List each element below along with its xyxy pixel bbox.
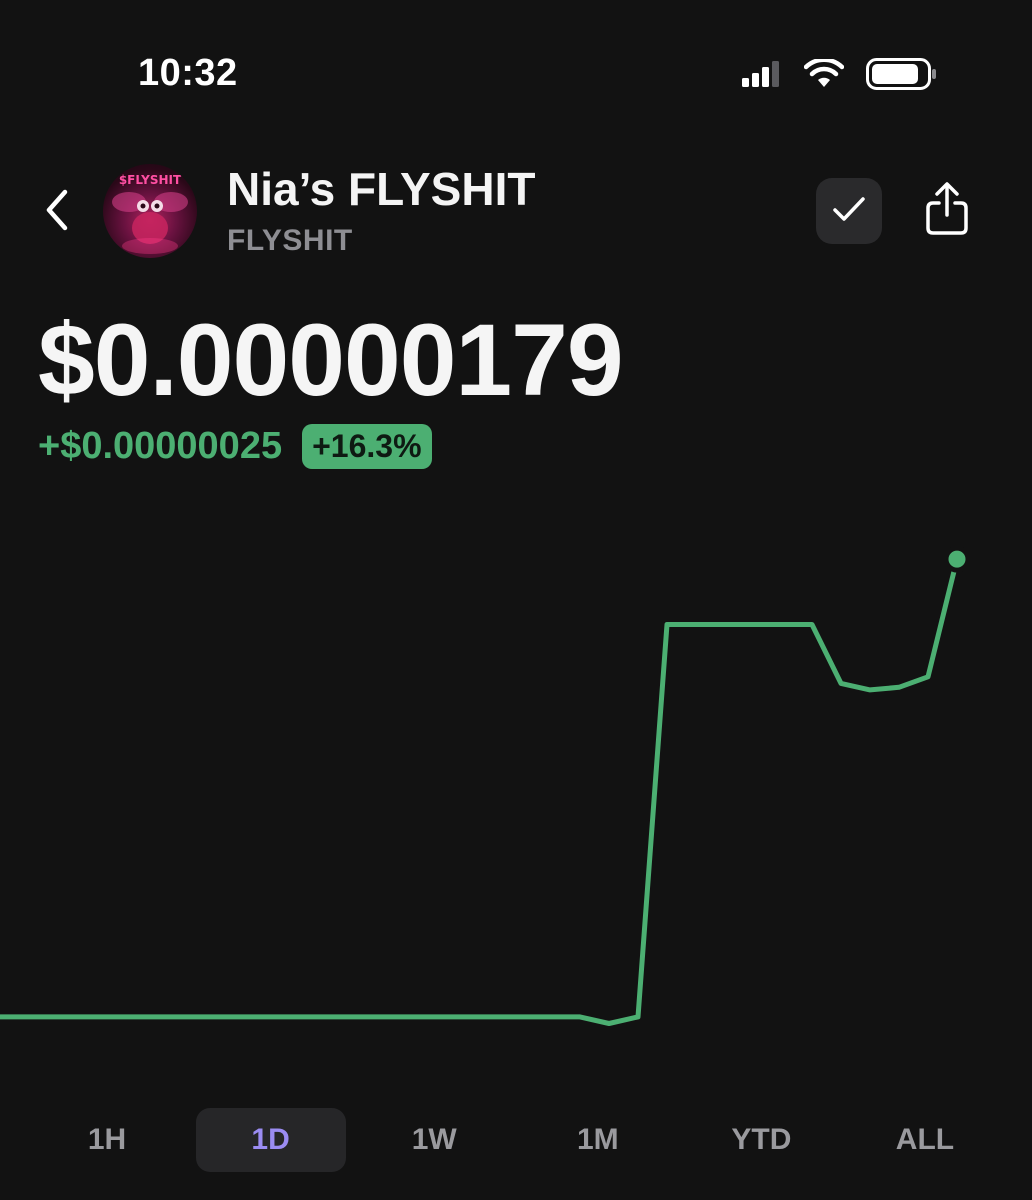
wifi-icon	[804, 59, 844, 89]
status-time: 10:32	[138, 52, 238, 94]
token-avatar: $FLYSHIT	[103, 164, 197, 258]
range-tab-1w[interactable]: 1W	[359, 1108, 509, 1172]
checkmark-icon	[831, 194, 867, 229]
range-tab-1d[interactable]: 1D	[195, 1108, 346, 1172]
token-detail-screen: 10:32 $FLYSHIT Nia’s FLYSHIT FLYSHIT $0.…	[0, 0, 1032, 1200]
chevron-left-icon	[43, 188, 71, 237]
range-tab-1m[interactable]: 1M	[523, 1108, 673, 1172]
price-change-row: +$0.00000025 +16.3%	[38, 424, 432, 469]
share-icon	[923, 181, 971, 242]
price-line	[0, 556, 960, 1026]
token-name: Nia’s FLYSHIT	[227, 163, 536, 215]
watchlist-button[interactable]	[816, 178, 882, 244]
cellular-signal-icon	[742, 61, 782, 87]
svg-text:$FLYSHIT: $FLYSHIT	[119, 173, 182, 187]
token-symbol: FLYSHIT	[227, 224, 353, 257]
status-icons	[742, 58, 938, 90]
price-chart[interactable]	[0, 500, 1032, 1060]
current-price: $0.00000179	[38, 303, 624, 417]
price-change-absolute: +$0.00000025	[38, 425, 283, 467]
battery-icon	[866, 58, 938, 90]
price-change-percent-badge: +16.3%	[302, 424, 432, 469]
back-button[interactable]	[36, 186, 78, 238]
time-range-tabs: 1H 1D 1W 1M YTD ALL	[32, 1108, 1000, 1172]
range-tab-ytd[interactable]: YTD	[686, 1108, 836, 1172]
current-price-marker	[943, 545, 971, 573]
range-tab-1h[interactable]: 1H	[32, 1108, 182, 1172]
share-button[interactable]	[918, 178, 976, 244]
range-tab-all[interactable]: ALL	[850, 1108, 1000, 1172]
